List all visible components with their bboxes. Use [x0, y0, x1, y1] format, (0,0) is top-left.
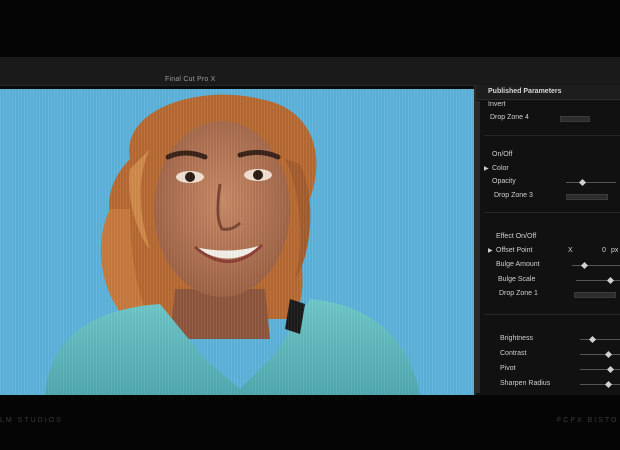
contrast-slider-knob[interactable] [604, 350, 613, 359]
param-drop-zone-4: Drop Zone 4 [490, 114, 529, 121]
param-sharpen-radius: Sharpen Radius [500, 380, 551, 387]
param-drop-zone-3: Drop Zone 3 [494, 192, 533, 199]
monitor-screen: Final Cut Pro X Published Parameters Inv… [0, 57, 620, 395]
param-contrast: Contrast [500, 350, 527, 357]
color-disclosure-icon[interactable]: ▶ [484, 165, 489, 172]
title-bar: Final Cut Pro X [0, 57, 620, 86]
section-divider [484, 212, 620, 213]
param-bulge-scale: Bulge Scale [498, 276, 536, 283]
pivot-slider[interactable] [580, 365, 620, 374]
opacity-slider[interactable] [566, 178, 616, 187]
bulge-scale-slider-knob[interactable] [606, 276, 615, 285]
offset-point-x-label: X [568, 247, 573, 254]
param-pivot: Pivot [500, 365, 516, 372]
param-color: Color [492, 165, 509, 172]
offset-point-unit: px [611, 247, 619, 254]
section-divider [484, 314, 620, 315]
offset-point-value[interactable]: 0 [602, 247, 606, 254]
viewer[interactable] [0, 89, 474, 395]
param-offset-point: Offset Point [496, 247, 533, 254]
param-on-off: On/Off [492, 151, 513, 158]
drop-zone-4-popup[interactable] [560, 116, 590, 122]
bulge-amount-slider[interactable] [572, 261, 620, 270]
app-title: Final Cut Pro X [165, 76, 216, 83]
param-opacity: Opacity [492, 178, 516, 185]
inspector-header: Published Parameters [476, 85, 620, 100]
brightness-slider-knob[interactable] [588, 335, 597, 344]
section-divider [484, 135, 620, 136]
viewer-frame-image [0, 89, 474, 395]
sharpen-radius-slider-knob[interactable] [604, 380, 613, 389]
param-bulge-amount: Bulge Amount [496, 261, 540, 268]
param-invert: Invert [488, 101, 506, 108]
param-effect-on-off: Effect On/Off [496, 233, 537, 240]
drop-zone-1-popup[interactable] [574, 292, 616, 298]
sharpen-radius-slider[interactable] [580, 380, 620, 389]
inspector-scrollbar[interactable] [476, 101, 480, 393]
inspector-title: Published Parameters [488, 88, 562, 95]
inspector-panel: Published Parameters Invert Drop Zone 4 … [474, 85, 620, 395]
bulge-amount-slider-knob[interactable] [580, 261, 589, 270]
drop-zone-3-popup[interactable] [566, 194, 608, 200]
watermark-left: LM STUDIOS [0, 417, 63, 424]
pivot-slider-knob[interactable] [606, 365, 615, 374]
brightness-slider[interactable] [580, 335, 620, 344]
watermark-right: FCPX BISTO [557, 417, 619, 424]
bulge-scale-slider[interactable] [576, 276, 620, 285]
contrast-slider[interactable] [580, 350, 620, 359]
opacity-slider-knob[interactable] [578, 178, 587, 187]
param-drop-zone-1: Drop Zone 1 [499, 290, 538, 297]
param-brightness: Brightness [500, 335, 534, 342]
offset-point-disclosure-icon[interactable]: ▶ [488, 247, 493, 254]
